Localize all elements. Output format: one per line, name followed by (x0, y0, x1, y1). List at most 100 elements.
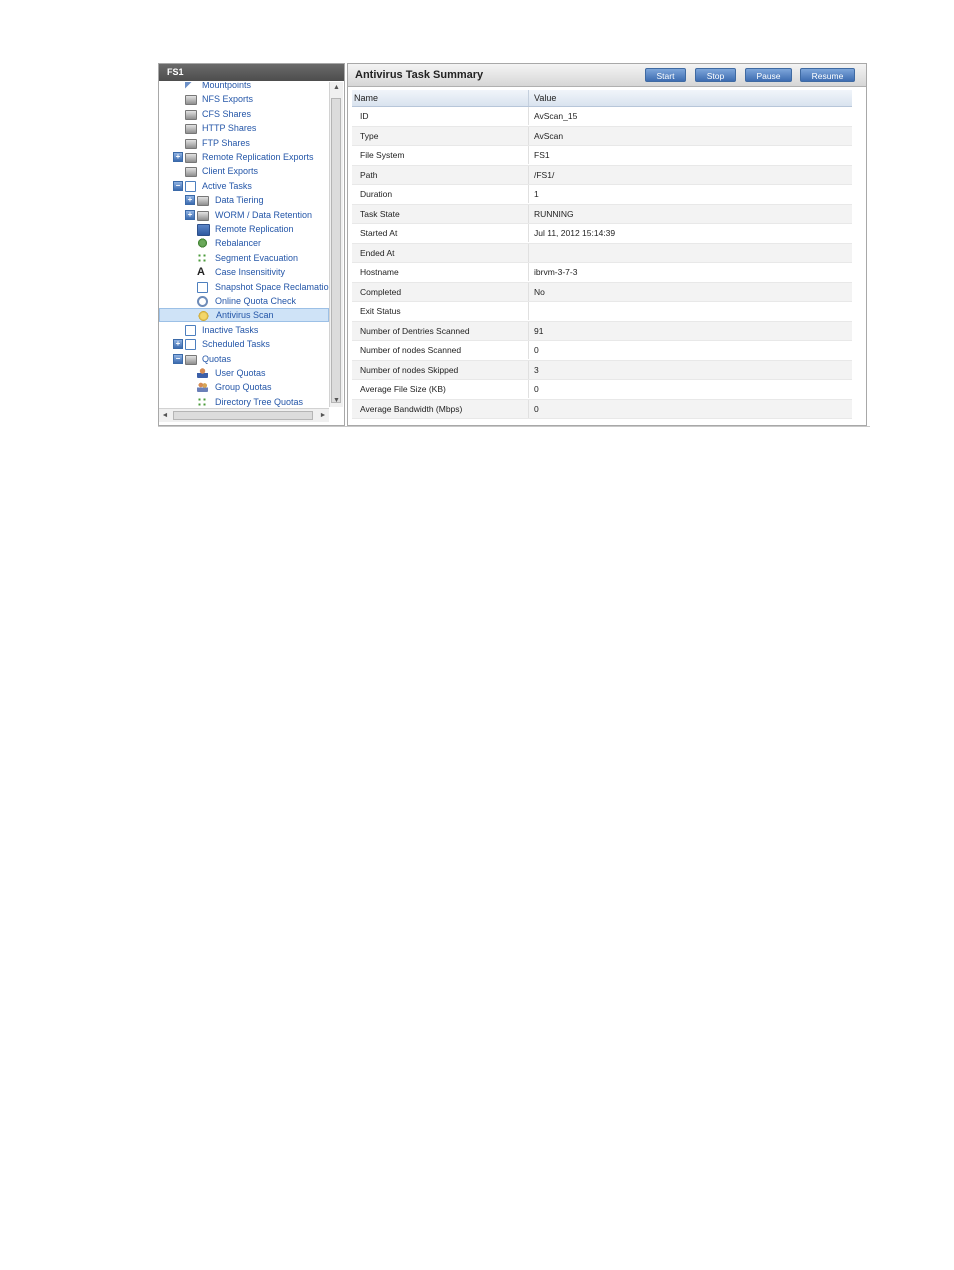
tree-vertical-scrollbar[interactable]: ▲ ▼ (329, 82, 343, 407)
tree-item[interactable]: Group Quotas (159, 380, 329, 394)
navigator-header: FS1 (159, 64, 344, 81)
property-value: 1 (534, 189, 539, 199)
tree-item[interactable]: − Active Tasks (159, 179, 329, 193)
property-value: Jul 11, 2012 15:14:39 (534, 228, 616, 238)
pause-button[interactable]: Pause (745, 68, 792, 82)
table-row[interactable]: Started At Jul 11, 2012 15:14:39 (352, 224, 852, 244)
tree-item[interactable]: Online Quota Check (159, 294, 329, 308)
drive-icon (185, 109, 197, 120)
tree-item-label: Quotas (202, 353, 232, 364)
tree-item-label: Rebalancer (215, 238, 262, 249)
expand-icon[interactable]: + (185, 195, 195, 206)
tree-item-label: Inactive Tasks (202, 324, 259, 335)
tree-item[interactable]: Antivirus Scan (159, 308, 329, 323)
table-row[interactable]: Task State RUNNING (352, 204, 852, 224)
drive-icon (197, 196, 209, 207)
drive-icon (185, 95, 197, 106)
tree-item-label: Data Tiering (215, 195, 264, 206)
tree-item[interactable]: NFS Exports (159, 92, 329, 106)
table-row[interactable]: Number of nodes Scanned 0 (352, 341, 852, 361)
group-icon (197, 382, 208, 393)
property-name: File System (360, 150, 405, 160)
table-row[interactable]: Hostname ibrvm-3-7-3 (352, 263, 852, 283)
resume-button[interactable]: Resume (800, 68, 855, 82)
start-button[interactable]: Start (645, 68, 686, 82)
document-icon (185, 324, 196, 336)
table-row[interactable]: Path/FS1/ (352, 165, 852, 185)
tree-horizontal-scrollbar[interactable]: ◄ ► (159, 408, 329, 422)
table-row[interactable]: Number of Dentries Scanned 91 (352, 321, 852, 341)
table-row[interactable]: Average Bandwidth (Mbps) 0 (352, 399, 852, 419)
tree-item[interactable]: Segment Evacuation (159, 251, 329, 265)
table-row[interactable]: Average File Size (KB) 0 (352, 380, 852, 400)
replication-icon (197, 224, 210, 236)
tree-item[interactable]: Inactive Tasks (159, 323, 329, 337)
magnifier-icon (197, 296, 208, 307)
property-name: Average Bandwidth (Mbps) (360, 403, 463, 414)
tree-item-label: Remote Replication Exports (202, 152, 314, 162)
expand-icon[interactable]: + (173, 152, 183, 162)
tree-item[interactable]: + Remote Replication Exports (159, 150, 329, 164)
page-title: Antivirus Task Summary (355, 69, 484, 81)
tree-item-label: FTP Shares (202, 137, 250, 148)
collapse-icon[interactable]: − (173, 180, 183, 191)
stop-button[interactable]: Stop (695, 68, 736, 82)
table-row[interactable]: Ended At (352, 243, 852, 263)
drive-icon (197, 210, 209, 221)
drive-icon (185, 167, 197, 178)
tree-item[interactable]: Remote Replication (159, 222, 329, 236)
tree-item[interactable]: + Scheduled Tasks (159, 337, 329, 351)
property-name: Number of nodes Scanned (360, 345, 462, 355)
drive-icon (185, 153, 197, 163)
navigator-tree: Mountpoints NFS Exports CFS Shares HTTP Sha… (159, 82, 329, 407)
document-icon (197, 281, 208, 293)
tree-item[interactable]: Snapshot Space Reclamation (159, 280, 329, 294)
scroll-up-icon[interactable]: ▲ (330, 82, 343, 94)
property-name: Hostname (360, 267, 399, 277)
table-row[interactable]: Number of nodes Skipped 3 (352, 360, 852, 380)
tree-item[interactable]: + Data Tiering (159, 193, 329, 207)
tree-item[interactable]: A Case Insensitivity (159, 265, 329, 279)
drive-icon (185, 354, 197, 365)
scroll-down-icon[interactable]: ▼ (330, 395, 343, 407)
scroll-left-icon[interactable]: ◄ (159, 409, 171, 422)
tree-item-label: HTTP Shares (202, 123, 257, 134)
tree-item[interactable]: Rebalancer (159, 236, 329, 250)
collapse-icon[interactable]: − (173, 353, 183, 364)
tree-item[interactable]: Client Exports (159, 164, 329, 178)
table-row[interactable]: File System FS1 (352, 146, 852, 166)
tree-item[interactable]: Mountpoints (159, 82, 329, 92)
table-row[interactable]: Type AvScan (352, 126, 852, 146)
tree-item[interactable]: HTTP Shares (159, 121, 329, 135)
tree-item[interactable]: CFS Shares (159, 107, 329, 121)
drive-icon (185, 124, 197, 135)
tree-item[interactable]: FTP Shares (159, 136, 329, 150)
dots-icon (197, 252, 208, 263)
table-row[interactable]: Exit Status (352, 302, 852, 322)
table-row[interactable]: Completed No (352, 282, 852, 302)
expand-icon[interactable]: + (173, 339, 183, 350)
table-row[interactable]: Duration 1 (352, 185, 852, 205)
tree-item-label: Case Insensitivity (215, 267, 286, 278)
drive-icon (185, 138, 197, 149)
table-row[interactable]: ID AvScan_15 (352, 107, 852, 127)
property-value: /FS1/ (534, 169, 555, 180)
tree-item[interactable]: − Quotas (159, 352, 329, 366)
column-header-value[interactable]: Value (534, 90, 556, 106)
navigator-panel: FS1 Mountpoints NFS Exports CFS Shares HTTP… (158, 63, 345, 426)
tree-horizontal-scroll-thumb[interactable] (173, 411, 313, 420)
tree-item[interactable]: User Quotas (159, 366, 329, 380)
tree-vertical-scroll-thumb[interactable] (331, 98, 341, 403)
property-value: 0 (534, 345, 539, 355)
column-header-name[interactable]: Name (354, 90, 378, 106)
table-header: Name Value (352, 90, 852, 107)
divider (158, 426, 870, 427)
tree-item[interactable]: Directory Tree Quotas (159, 395, 329, 407)
scroll-right-icon[interactable]: ► (317, 409, 329, 422)
tree-item[interactable]: + WORM / Data Retention (159, 208, 329, 222)
document-icon (185, 180, 196, 192)
property-name: Number of Dentries Scanned (360, 325, 470, 336)
property-name: Ended At (360, 247, 395, 258)
property-name: Type (360, 130, 379, 141)
expand-icon[interactable]: + (185, 209, 195, 220)
